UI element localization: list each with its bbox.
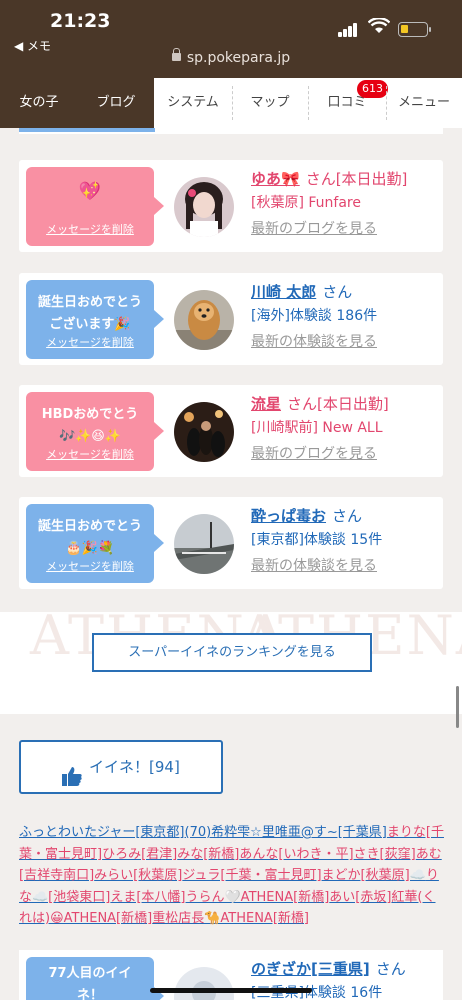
name-suffix: さん [322, 283, 353, 301]
page-content: 💖 メッセージを削除 ゆあ🎀 さん[本日出勤] [秋葉原] Funfare 最新の… [0, 128, 462, 1000]
site-nav: 女の子 ブログ システム マップ 口コミ 613 メニュー [0, 78, 462, 128]
nav-menu[interactable]: メニュー [386, 78, 462, 128]
liker-name-link[interactable]: ふっとわいたジャー[東京都] [19, 825, 185, 840]
battery-icon [398, 22, 431, 37]
liker-name-link[interactable]: さき[荻窪] [354, 847, 416, 862]
delete-message-link[interactable]: メッセージを削除 [26, 446, 154, 462]
profile-photo[interactable] [174, 514, 234, 574]
review-detail: [東京都]体験談 15件 [251, 532, 383, 548]
liker-name-link[interactable]: みらい[秋葉原] [94, 868, 182, 883]
thumbs-up-icon [61, 757, 83, 807]
name-suffix: さん[本日出勤] [287, 395, 389, 413]
signal-icon [338, 22, 358, 41]
lock-icon [171, 48, 181, 61]
previous-card-message-edge [19, 128, 155, 132]
liker-name-link[interactable]: まどか[秋葉原]☁️ [322, 868, 426, 883]
user-name-link[interactable]: のぎざか[三重県] [251, 960, 370, 978]
home-indicator[interactable] [150, 988, 312, 993]
nav-map[interactable]: マップ [232, 78, 308, 128]
liker-name-link[interactable]: あい[赤坂] [329, 890, 391, 905]
super-iine-ranking-button[interactable]: スーパーイイネのランキングを見る [92, 633, 372, 672]
wifi-icon [367, 17, 391, 38]
card-info: のぎざか[三重県] さん [三重県]体験談 16件 [251, 958, 441, 1000]
review-detail: [海外]体験談 186件 [251, 308, 378, 324]
shop-detail: [川崎駅前] New ALL [251, 420, 383, 436]
name-suffix: さん [375, 960, 406, 978]
liker-name-link[interactable]: 重松店長🐪ATHENA[新橋] [152, 911, 309, 926]
message-text: 誕生日おめでとう🎂🎉💐 [37, 519, 142, 556]
liker-name-link[interactable]: (70)希粋雫☆里唯亜@す~[千葉県] [185, 825, 387, 840]
profile-photo[interactable] [174, 967, 234, 1000]
liker-name-link[interactable]: みな[新橋] [177, 847, 239, 862]
clock: 21:23 [50, 10, 111, 32]
latest-review-link[interactable]: 最新の体験談を見る [251, 553, 441, 579]
delete-message-link[interactable]: メッセージを削除 [26, 334, 154, 350]
nav-blog[interactable]: ブログ [78, 78, 154, 128]
message-text: 誕生日おめでとうございます🎉 [37, 295, 142, 332]
message-bubble: HBDおめでとう🎶✨😆✨ メッセージを削除 [26, 392, 164, 471]
message-card: 💖 メッセージを削除 ゆあ🎀 さん[本日出勤] [秋葉原] Funfare 最新の… [19, 160, 443, 252]
liker-list: ふっとわいたジャー[東京都](70)希粋雫☆里唯亜@す~[千葉県]まりな[千葉・… [19, 822, 445, 930]
card-info: 流星 さん[本日出勤] [川崎駅前] New ALL 最新のブログを見る [251, 393, 441, 467]
scrollbar[interactable] [456, 686, 459, 728]
message-bubble: 77人目のイイネ！ [26, 957, 164, 1000]
nav-girls[interactable]: 女の子 [0, 78, 78, 128]
user-name-link[interactable]: 酔っぱ毒お [251, 507, 326, 525]
url-text: sp.pokepara.jp [186, 50, 291, 66]
girl-name-link[interactable]: 流星 [251, 395, 281, 413]
delete-message-link[interactable]: メッセージを削除 [26, 558, 154, 574]
name-suffix: さん [332, 507, 363, 525]
card-info: 酔っぱ毒お さん [東京都]体験談 15件 最新の体験談を見る [251, 505, 441, 579]
latest-blog-link[interactable]: 最新のブログを見る [251, 216, 441, 242]
girl-name-link[interactable]: ゆあ🎀 [251, 170, 300, 188]
liker-name-link[interactable]: ひろみ[君津] [102, 847, 177, 862]
message-card: 誕生日おめでとうございます🎉 メッセージを削除 川崎 太郎 さん [海外]体験談 … [19, 273, 443, 365]
liker-name-link[interactable]: えま[本八幡] [110, 890, 185, 905]
shop-detail: [秋葉原] Funfare [251, 195, 361, 211]
message-card: HBDおめでとう🎶✨😆✨ メッセージを削除 流星 さん[本日出勤] [川崎駅前] … [19, 385, 443, 477]
profile-photo[interactable] [174, 177, 234, 237]
profile-photo[interactable] [174, 290, 234, 350]
address-bar[interactable]: sp.pokepara.jp [0, 48, 462, 66]
nav-system[interactable]: システム [154, 78, 232, 128]
profile-photo[interactable] [174, 402, 234, 462]
name-suffix: さん[本日出勤] [305, 170, 408, 188]
latest-review-link[interactable]: 最新の体験談を見る [251, 329, 441, 355]
browser-status-bar: 21:23 ◀ メモ sp.pokepara.jp [0, 0, 462, 78]
message-text: 💖 [78, 181, 102, 202]
liker-name-link[interactable]: うらん🤍ATHENA[新橋] [186, 890, 330, 905]
message-card: 誕生日おめでとう🎂🎉💐 メッセージを削除 酔っぱ毒お さん [東京都]体験談 15… [19, 497, 443, 589]
iine-count: イイネ！[94] [89, 758, 180, 776]
message-text: 77人目のイイネ！ [48, 966, 132, 1000]
user-name-link[interactable]: 川崎 太郎 [251, 283, 316, 301]
latest-blog-link[interactable]: 最新のブログを見る [251, 441, 441, 467]
liker-name-link[interactable]: あんな[いわき・平] [239, 847, 353, 862]
message-bubble: 誕生日おめでとう🎂🎉💐 メッセージを削除 [26, 504, 164, 583]
message-bubble: 💖 メッセージを削除 [26, 167, 164, 246]
card-info: ゆあ🎀 さん[本日出勤] [秋葉原] Funfare 最新のブログを見る [251, 168, 441, 242]
reviews-count-badge: 613 [357, 80, 388, 98]
card-info: 川崎 太郎 さん [海外]体験談 186件 最新の体験談を見る [251, 281, 441, 355]
delete-message-link[interactable]: メッセージを削除 [26, 221, 154, 237]
message-text: HBDおめでとう🎶✨😆✨ [41, 407, 139, 444]
iine-button[interactable]: イイネ！[94] [19, 740, 223, 794]
message-bubble: 誕生日おめでとうございます🎉 メッセージを削除 [26, 280, 164, 359]
liker-name-link[interactable]: ジュラ[千葉・富士見町] [182, 868, 321, 883]
